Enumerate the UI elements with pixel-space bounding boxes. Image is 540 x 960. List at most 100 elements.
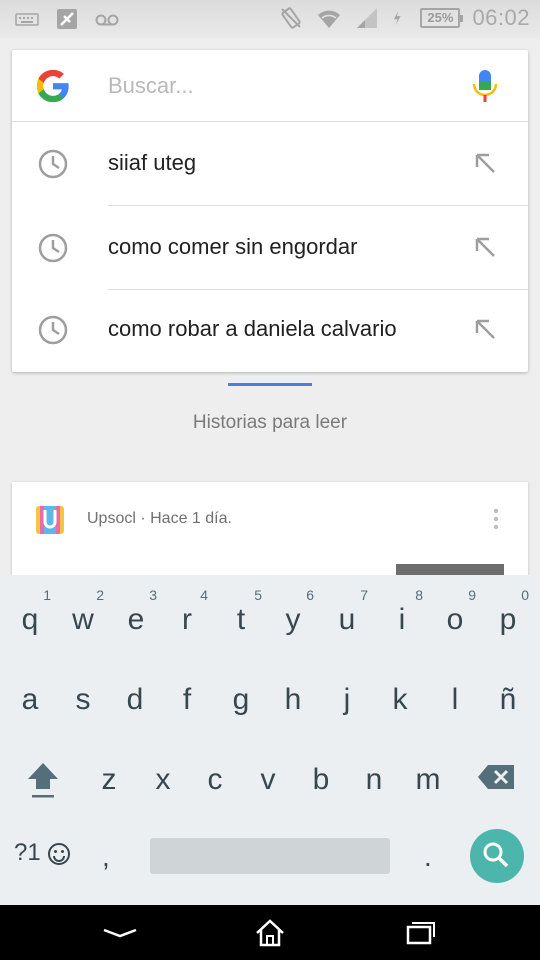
search-input[interactable] [108,68,448,104]
key-c[interactable]: c [188,737,242,815]
key-w[interactable]: w2 [56,577,110,655]
key-label: g [232,683,250,716]
navigation-bar [0,905,540,960]
key-number-hint: 5 [254,587,262,603]
key-v[interactable]: v [241,737,295,815]
history-clock-icon [38,149,68,179]
suggestion-text: siiaf uteg [108,150,197,175]
recent-apps-icon[interactable] [400,917,440,949]
upsocl-logo-icon [36,506,64,534]
key-t[interactable]: t5 [214,577,268,655]
shift-icon[interactable] [24,759,62,799]
key-number-hint: 8 [415,587,423,603]
key-number-hint: 3 [149,587,157,603]
key-label: d [126,683,144,716]
suggestion-item[interactable]: como comer sin engordar [12,206,528,290]
vibrate-icon [281,7,302,29]
emoji-icon [48,842,71,865]
key-u[interactable]: u7 [320,577,374,655]
symbols-label: ?1 [14,839,41,866]
home-icon[interactable] [250,917,290,949]
key-label: i [398,603,406,636]
key-d[interactable]: d [108,657,162,735]
key-j[interactable]: j [320,657,374,735]
key-l[interactable]: l [428,657,482,735]
key-label: k [392,683,408,716]
key-label: c [207,763,223,796]
search-icon [483,842,509,868]
key-number-hint: 9 [468,587,476,603]
google-logo-icon [36,69,69,103]
keyboard: q1w2e3r4t5y6u7i8o9p0 asdfghjklñ zxcvbnm … [0,575,540,905]
key-number-hint: 0 [521,587,529,603]
suggestion-item[interactable]: siiaf uteg [12,122,528,206]
key-q[interactable]: q1 [3,577,57,655]
key-ñ[interactable]: ñ [481,657,535,735]
key-label: p [499,603,517,636]
key-f[interactable]: f [160,657,214,735]
battery-percent: 25% [427,10,454,25]
key-label: l [451,683,459,716]
key-s[interactable]: s [56,657,110,735]
key-label: q [21,603,39,636]
search-bar [12,50,528,122]
wifi-icon [318,10,341,28]
key-p[interactable]: p0 [481,577,535,655]
key-e[interactable]: e3 [109,577,163,655]
key-y[interactable]: y6 [266,577,320,655]
keyboard-icon [15,13,39,26]
key-label: t [236,603,246,636]
key-label: b [312,763,330,796]
key-label: s [75,683,91,716]
key-label: u [338,603,356,636]
period-key[interactable]: . [424,841,432,873]
key-label: f [182,683,192,716]
key-label: x [155,763,171,796]
history-clock-icon [38,315,68,345]
search-action-button[interactable] [470,829,524,883]
suggestion-item[interactable]: como robar a daniela calvario [12,288,528,372]
more-vert-icon[interactable] [490,508,502,530]
back-chevron-icon[interactable] [100,917,140,949]
key-label: z [101,763,117,796]
suggestion-text: como comer sin engordar [108,234,358,259]
battery-icon: 25% [420,8,464,28]
space-bar[interactable] [150,838,390,874]
key-number-hint: 2 [96,587,104,603]
key-number-hint: 7 [360,587,368,603]
key-label: m [415,763,441,796]
fill-query-arrow-icon[interactable] [472,234,498,260]
history-clock-icon [38,233,68,263]
key-x[interactable]: x [136,737,190,815]
voicemail-icon [95,14,119,26]
suggestion-text: como robar a daniela calvario [108,316,397,341]
backspace-icon[interactable] [476,763,516,791]
key-label: j [343,683,351,716]
key-label: a [21,683,39,716]
status-time: 06:02 [472,5,530,30]
key-z[interactable]: z [82,737,136,815]
microphone-icon[interactable] [470,68,500,104]
symbols-key[interactable]: ?1 [14,839,71,867]
key-h[interactable]: h [266,657,320,735]
key-g[interactable]: g [214,657,268,735]
stories-heading: Historias para leer [192,412,348,433]
key-number-hint: 1 [43,587,51,603]
key-number-hint: 6 [306,587,314,603]
fill-query-arrow-icon[interactable] [472,150,498,176]
key-i[interactable]: i8 [375,577,429,655]
key-a[interactable]: a [3,657,57,735]
key-number-hint: 4 [200,587,208,603]
story-source-meta: Upsocl · Hace 1 día. [87,510,232,527]
charging-icon [394,11,402,25]
key-n[interactable]: n [347,737,401,815]
key-m[interactable]: m [401,737,455,815]
comma-key[interactable]: , [102,841,110,873]
fill-query-arrow-icon[interactable] [472,316,498,342]
key-label: n [365,763,383,796]
key-r[interactable]: r4 [160,577,214,655]
key-k[interactable]: k [373,657,427,735]
search-card: siiaf uteg como comer sin engordar como … [12,50,528,372]
key-o[interactable]: o9 [428,577,482,655]
key-b[interactable]: b [294,737,348,815]
